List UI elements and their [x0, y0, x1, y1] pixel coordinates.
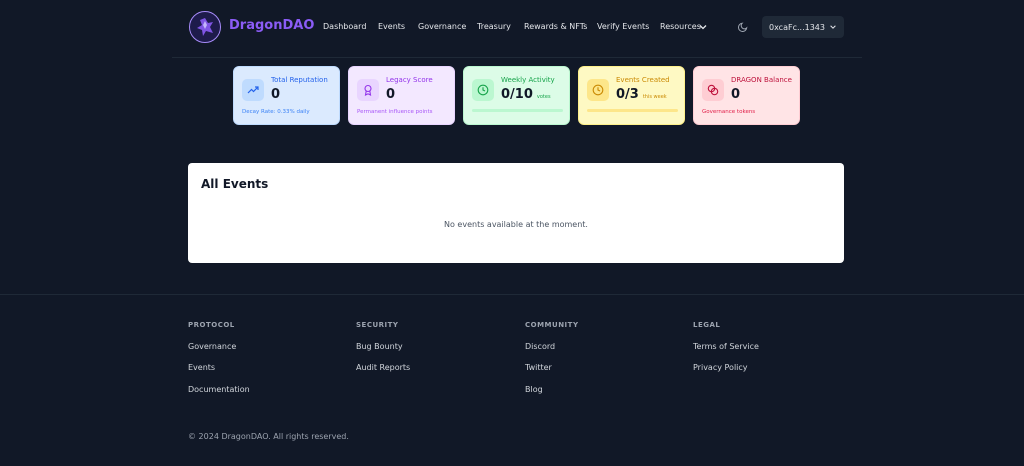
progress-bar — [472, 109, 563, 112]
stat-label: Weekly Activity — [501, 76, 555, 84]
stat-label: Events Created — [616, 76, 670, 84]
nav-dashboard[interactable]: Dashboard — [323, 22, 366, 31]
clock-icon — [472, 79, 494, 101]
stat-value-number: 0/10 — [501, 87, 533, 102]
footer-heading-security: SECURITY — [356, 321, 399, 329]
stat-card-events-created: Events Created 0/3 this week — [578, 66, 685, 125]
nav-resources[interactable]: Resources — [660, 22, 701, 31]
footer-link-governance[interactable]: Governance — [188, 342, 236, 351]
footer-link-documentation[interactable]: Documentation — [188, 385, 250, 394]
chevron-down-icon — [830, 25, 836, 29]
events-title: All Events — [201, 177, 269, 191]
stat-value: 0 — [271, 87, 281, 102]
stat-subtext: Permanent influence points — [357, 109, 433, 115]
footer-link-discord[interactable]: Discord — [525, 342, 555, 351]
header-divider — [172, 57, 862, 58]
stat-unit: this week — [642, 94, 667, 100]
trending-up-icon — [242, 79, 264, 101]
clock-icon — [587, 79, 609, 101]
nav-events[interactable]: Events — [378, 22, 405, 31]
header: DragonDAO Dashboard Events Governance Tr… — [0, 0, 1024, 58]
wallet-address: 0xcaFc...1343 — [769, 22, 825, 32]
footer-link-privacy[interactable]: Privacy Policy — [693, 363, 748, 372]
footer-link-audit-reports[interactable]: Audit Reports — [356, 363, 410, 372]
footer-link-twitter[interactable]: Twitter — [525, 363, 552, 372]
dragon-logo-icon[interactable] — [189, 11, 221, 43]
footer-divider — [0, 294, 1024, 295]
nav-verify-events[interactable]: Verify Events — [597, 22, 649, 31]
stat-unit: votes — [536, 94, 551, 100]
footer-link-bug-bounty[interactable]: Bug Bounty — [356, 342, 403, 351]
brand-name[interactable]: DragonDAO — [229, 18, 314, 33]
stat-label: Legacy Score — [386, 76, 433, 84]
stat-card-weekly-activity: Weekly Activity 0/10 votes — [463, 66, 570, 125]
stat-value: 0 — [731, 87, 741, 102]
stat-value: 0 — [386, 87, 396, 102]
footer-heading-legal: LEGAL — [693, 321, 721, 329]
stat-label: DRAGON Balance — [731, 76, 792, 84]
wallet-button[interactable]: 0xcaFc...1343 — [762, 16, 844, 38]
moon-icon[interactable] — [738, 21, 749, 32]
events-panel: All Events No events available at the mo… — [188, 163, 844, 263]
stat-value: 0/10 votes — [501, 87, 551, 102]
stat-value: 0/3 this week — [616, 87, 667, 102]
stat-card-dragon-balance: DRAGON Balance 0 Governance tokens — [693, 66, 800, 125]
footer-heading-protocol: PROTOCOL — [188, 321, 235, 329]
chevron-down-icon[interactable] — [698, 22, 708, 32]
nav-treasury[interactable]: Treasury — [477, 22, 511, 31]
footer-link-terms[interactable]: Terms of Service — [693, 342, 759, 351]
coins-icon — [702, 79, 724, 101]
stat-value-number: 0/3 — [616, 87, 639, 102]
stat-card-legacy: Legacy Score 0 Permanent influence point… — [348, 66, 455, 125]
stat-subtext: Decay Rate: 0.33% daily — [242, 109, 310, 115]
award-icon — [357, 79, 379, 101]
progress-bar — [587, 109, 678, 112]
stat-label: Total Reputation — [271, 76, 328, 84]
footer-link-blog[interactable]: Blog — [525, 385, 543, 394]
nav-rewards-nfts[interactable]: Rewards & NFTs — [524, 22, 587, 31]
stat-subtext: Governance tokens — [702, 109, 756, 115]
events-empty-message: No events available at the moment. — [444, 220, 588, 229]
footer-heading-community: COMMUNITY — [525, 321, 579, 329]
footer-link-events[interactable]: Events — [188, 363, 215, 372]
stat-card-reputation: Total Reputation 0 Decay Rate: 0.33% dai… — [233, 66, 340, 125]
copyright: © 2024 DragonDAO. All rights reserved. — [188, 432, 349, 441]
nav-governance[interactable]: Governance — [418, 22, 466, 31]
